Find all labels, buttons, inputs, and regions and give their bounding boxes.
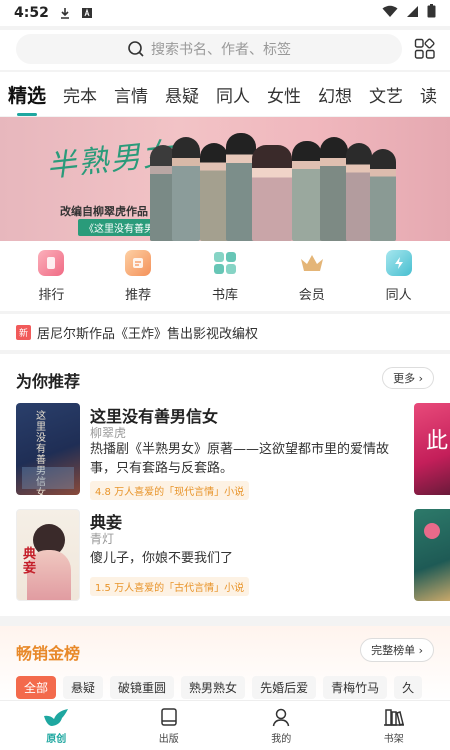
quick-entry-label: 会员	[298, 287, 325, 303]
bookshelf-icon	[383, 708, 404, 726]
tab-suspense[interactable]: 悬疑	[165, 82, 199, 107]
category-tabs: 精选 完本 言情 悬疑 同人 女性 幻想 文艺 读	[0, 72, 450, 116]
status-time: 4:52	[14, 5, 49, 21]
next-book-cover-peek[interactable]	[414, 509, 450, 601]
cover-title: 典妾	[23, 547, 37, 576]
chevron-right-icon: ›	[418, 644, 423, 657]
quick-entry-label: 推荐	[125, 287, 152, 303]
quick-entry-recommend[interactable]: 推荐	[103, 249, 173, 303]
book-card[interactable]: 这里没有善男信女 这里没有善男信女 柳翠虎 热播剧《半熟男女》原著——这欲望都市…	[16, 403, 416, 500]
book-author: 青灯	[90, 532, 115, 546]
recommend-icon	[125, 249, 152, 276]
nav-label: 出版	[158, 733, 179, 745]
chevron-right-icon: ›	[418, 372, 423, 385]
chip-all[interactable]: 全部	[16, 676, 57, 699]
promo-banner[interactable]: 半熟男女 改编自柳翠虎作品 《这里没有善男信女》	[0, 117, 450, 241]
chip-more[interactable]: 久	[394, 676, 423, 699]
bottom-navigation: 原创 出版 我的 书架	[0, 700, 450, 750]
signal-icon	[406, 5, 419, 22]
rank-icon	[38, 249, 65, 276]
quick-entry-library[interactable]: 书库	[190, 250, 260, 303]
book-card[interactable]: 典妾 典妾 青灯 傻儿子，你娘不要我们了 1.5 万人喜爱的「古代言情」小说	[16, 509, 416, 601]
chip-suspense[interactable]: 悬疑	[63, 676, 104, 699]
search-icon	[128, 41, 144, 57]
genre-filter-chips: 全部 悬疑 破镜重圆 熟男熟女 先婚后爱 青梅竹马 久	[16, 676, 423, 699]
book-author: 柳翠虎	[90, 426, 127, 440]
section-title: 畅销金榜	[16, 644, 81, 663]
book-description: 傻儿子，你娘不要我们了	[90, 551, 234, 566]
notification-a-icon	[81, 7, 93, 19]
full-ranking-label: 完整榜单	[371, 644, 416, 657]
tab-completed[interactable]: 完本	[63, 82, 97, 107]
search-placeholder: 搜索书名、作者、标签	[151, 42, 291, 58]
book-cover: 典妾	[16, 509, 80, 601]
quick-entry-label: 书库	[211, 287, 238, 303]
quick-entry-row: 排行 推荐 书库 会员 同人	[0, 241, 450, 311]
status-bar: 4:52	[0, 0, 450, 26]
banner-caption: 改编自柳翠虎作品	[60, 205, 148, 218]
more-label: 更多	[393, 372, 416, 385]
wifi-icon	[382, 5, 398, 22]
download-icon	[59, 7, 71, 19]
bestseller-section: 畅销金榜 完整榜单 › 全部 悬疑 破镜重圆 熟男熟女 先婚后爱 青梅竹马 久	[0, 626, 450, 700]
book-popularity-tag: 4.8 万人喜爱的「现代言情」小说	[90, 481, 250, 500]
tab-selected[interactable]: 精选	[8, 81, 46, 108]
bird-icon	[44, 708, 69, 726]
recommend-section: 为你推荐 更多 › 这里没有善男信女 这里没有善男信女 柳翠虎 热播剧《半熟男女…	[0, 354, 450, 616]
next-book-cover-peek[interactable]: 此	[414, 403, 450, 495]
nav-label: 原创	[46, 733, 67, 745]
nav-publishing[interactable]: 出版	[113, 701, 226, 750]
nav-mine[interactable]: 我的	[225, 701, 338, 750]
tab-literary[interactable]: 文艺	[369, 82, 403, 107]
nav-bookshelf[interactable]: 书架	[338, 701, 450, 750]
full-ranking-button[interactable]: 完整榜单 ›	[360, 638, 434, 662]
book-cover: 这里没有善男信女	[16, 403, 80, 495]
book-popularity-tag: 1.5 万人喜爱的「古代言情」小说	[90, 577, 250, 596]
category-grid-button[interactable]	[414, 38, 438, 62]
tab-more[interactable]: 读	[420, 82, 437, 107]
fanfic-icon	[385, 249, 412, 276]
quick-entry-label: 排行	[38, 287, 65, 303]
news-text: 居尼尔斯作品《王炸》售出影视改编权	[37, 326, 259, 342]
crown-icon	[299, 250, 325, 276]
news-ticker[interactable]: 新 居尼尔斯作品《王炸》售出影视改编权	[0, 314, 450, 350]
tab-female[interactable]: 女性	[267, 82, 301, 107]
tab-romance[interactable]: 言情	[114, 82, 148, 107]
search-bar-row: 搜索书名、作者、标签	[0, 30, 450, 70]
nav-label: 我的	[271, 733, 292, 745]
tab-fantasy[interactable]: 幻想	[318, 82, 352, 107]
library-icon	[212, 250, 238, 276]
tab-fanfic[interactable]: 同人	[216, 82, 250, 107]
battery-icon	[427, 4, 436, 22]
chip-reunion[interactable]: 破镜重圆	[110, 676, 175, 699]
quick-entry-fanfic[interactable]: 同人	[364, 249, 434, 303]
chip-childhood-sweethearts[interactable]: 青梅竹马	[323, 676, 388, 699]
grid-icon	[414, 38, 435, 59]
search-input[interactable]: 搜索书名、作者、标签	[16, 34, 402, 64]
nav-label: 书架	[383, 733, 404, 745]
nav-original[interactable]: 原创	[0, 701, 113, 750]
quick-entry-rank[interactable]: 排行	[16, 249, 86, 303]
quick-entry-member[interactable]: 会员	[277, 250, 347, 303]
new-badge: 新	[16, 324, 32, 340]
chip-mature[interactable]: 熟男熟女	[181, 676, 246, 699]
quick-entry-label: 同人	[385, 287, 412, 303]
more-button[interactable]: 更多 ›	[382, 367, 434, 389]
section-title: 为你推荐	[16, 372, 81, 391]
book-icon	[161, 707, 177, 726]
person-icon	[273, 708, 290, 726]
chip-marriage-first[interactable]: 先婚后爱	[252, 676, 317, 699]
book-description: 热播剧《半熟男女》原著——这欲望都市里的爱情故事，只有套路与反套路。	[90, 442, 390, 476]
